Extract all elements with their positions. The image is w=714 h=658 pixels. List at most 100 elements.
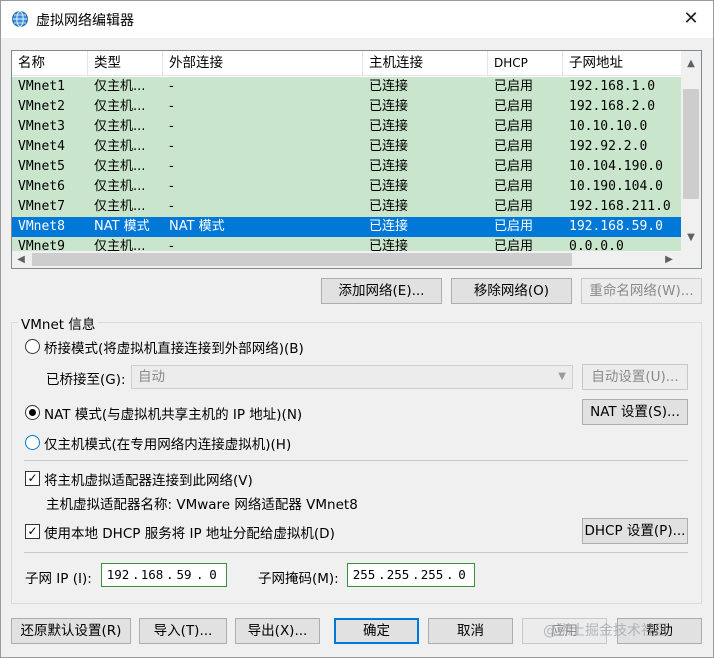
adapter-name-label: 主机虚拟适配器名称: VMware 网络适配器 VMnet8 (46, 497, 358, 513)
ip-octet[interactable]: 59 (172, 567, 196, 582)
window-title: 虚拟网络编辑器 (36, 13, 134, 29)
import-button[interactable]: 导入(T)... (139, 618, 227, 644)
title-bar: 虚拟网络编辑器 ✕ (0, 0, 714, 38)
scroll-up-icon[interactable]: ▲ (681, 55, 701, 73)
cell-name: VMnet7 (18, 199, 65, 214)
cell-subnet: 10.104.190.0 (569, 159, 663, 174)
scroll-right-icon[interactable]: ▶ (660, 251, 678, 268)
table-row[interactable]: VMnet7 仅主机... - 已连接 已启用 192.168.211.0 (12, 197, 682, 217)
column-header-name[interactable]: 名称 (12, 51, 88, 76)
horizontal-scrollbar[interactable]: ◀ ▶ (12, 251, 682, 268)
ip-octet[interactable]: 192 (104, 567, 132, 582)
cell-dhcp: 已启用 (494, 199, 534, 214)
vertical-scrollbar[interactable]: ▲ ▼ (681, 51, 701, 252)
cell-type: 仅主机... (94, 79, 146, 94)
cell-external: - (169, 159, 174, 174)
table-row[interactable]: VMnet1 仅主机... - 已连接 已启用 192.168.1.0 (12, 77, 682, 97)
cell-dhcp: 已启用 (494, 219, 534, 234)
dhcp-settings-button[interactable]: DHCP 设置(P)... (582, 518, 688, 544)
column-header-dhcp[interactable]: DHCP (488, 51, 563, 76)
connect-adapter-label[interactable]: 将主机虚拟适配器连接到此网络(V) (44, 469, 253, 489)
cell-subnet: 192.92.2.0 (569, 139, 648, 154)
vertical-scroll-thumb[interactable] (683, 89, 699, 199)
column-header-host[interactable]: 主机连接 (363, 51, 488, 76)
table-row[interactable]: VMnet3 仅主机... - 已连接 已启用 10.10.10.0 (12, 117, 682, 137)
column-header-subnet[interactable]: 子网地址 (563, 51, 682, 76)
cell-name: VMnet4 (18, 139, 65, 154)
watermark: @稀土掘金技术社区 (543, 623, 669, 639)
table-row[interactable]: VMnet6 仅主机... - 已连接 已启用 10.190.104.0 (12, 177, 682, 197)
column-header-external[interactable]: 外部连接 (163, 51, 363, 76)
auto-settings-button[interactable]: 自动设置(U)... (582, 364, 688, 390)
network-list[interactable]: 名称 类型 外部连接 主机连接 DHCP 子网地址 VMnet1 仅主机... … (11, 50, 702, 269)
cell-type: 仅主机... (94, 159, 146, 174)
column-header-type[interactable]: 类型 (88, 51, 163, 76)
cell-external: - (169, 79, 174, 94)
mask-octet[interactable]: 255 (418, 567, 446, 582)
cell-subnet: 10.10.10.0 (569, 119, 648, 134)
cell-host: 已连接 (369, 119, 409, 134)
cell-type: 仅主机... (94, 139, 146, 154)
cell-external: - (169, 119, 174, 134)
dhcp-label[interactable]: 使用本地 DHCP 服务将 IP 地址分配给虚拟机(D) (44, 522, 335, 542)
subnet-ip-field[interactable]: 192 . 168 . 59 . 0 (101, 563, 227, 587)
ip-octet[interactable]: 168 (138, 567, 166, 582)
remove-network-button[interactable]: 移除网络(O) (451, 278, 572, 304)
scroll-down-icon[interactable]: ▼ (681, 229, 701, 247)
cell-host: 已连接 (369, 139, 409, 154)
connect-adapter-checkbox[interactable]: ✓ (25, 471, 40, 486)
ok-button[interactable]: 确定 (334, 618, 419, 644)
cell-host: 已连接 (369, 99, 409, 114)
cell-dhcp: 已启用 (494, 99, 534, 114)
mask-octet[interactable]: 0 (452, 567, 472, 582)
cell-name: VMnet2 (18, 99, 65, 114)
close-icon[interactable]: ✕ (668, 0, 714, 38)
nat-mode-label[interactable]: NAT 模式(与虚拟机共享主机的 IP 地址)(N) (44, 403, 302, 423)
subnet-mask-field[interactable]: 255 . 255 . 255 . 0 (347, 563, 475, 587)
nat-settings-button[interactable]: NAT 设置(S)... (582, 399, 688, 425)
cancel-button[interactable]: 取消 (428, 618, 513, 644)
subnet-ip-label: 子网 IP (I): (25, 571, 92, 587)
host-only-mode-radio[interactable] (25, 435, 40, 450)
network-globe-icon (12, 11, 28, 27)
cell-external: NAT 模式 (169, 219, 225, 234)
mask-octet[interactable]: 255 (384, 567, 412, 582)
horizontal-scroll-thumb[interactable] (32, 253, 572, 266)
subnet-mask-label: 子网掩码(M): (258, 571, 339, 587)
cell-host: 已连接 (369, 179, 409, 194)
cell-type: 仅主机... (94, 99, 146, 114)
cell-host: 已连接 (369, 199, 409, 214)
bridged-mode-radio[interactable] (25, 339, 40, 354)
cell-name: VMnet8 (18, 219, 65, 234)
scrollbar-corner (681, 251, 701, 268)
cell-dhcp: 已启用 (494, 119, 534, 134)
scroll-left-icon[interactable]: ◀ (12, 251, 30, 268)
nat-mode-radio[interactable] (25, 405, 40, 420)
cell-host: 已连接 (369, 159, 409, 174)
dhcp-checkbox[interactable]: ✓ (25, 524, 40, 539)
ip-octet[interactable]: 0 (202, 567, 224, 582)
cell-host: 已连接 (369, 219, 409, 234)
table-row[interactable]: VMnet4 仅主机... - 已连接 已启用 192.92.2.0 (12, 137, 682, 157)
rename-network-button[interactable]: 重命名网络(W)... (581, 278, 702, 304)
cell-subnet: 10.190.104.0 (569, 179, 663, 194)
vmnet-info-label: VMnet 信息 (18, 313, 99, 333)
cell-subnet: 192.168.211.0 (569, 199, 671, 214)
cell-external: - (169, 199, 174, 214)
cell-dhcp: 已启用 (494, 179, 534, 194)
cell-subnet: 192.168.2.0 (569, 99, 656, 114)
export-button[interactable]: 导出(X)... (235, 618, 320, 644)
cell-dhcp: 已启用 (494, 79, 534, 94)
table-row[interactable]: VMnet2 仅主机... - 已连接 已启用 192.168.2.0 (12, 97, 682, 117)
table-row[interactable]: VMnet5 仅主机... - 已连接 已启用 10.104.190.0 (12, 157, 682, 177)
restore-defaults-button[interactable]: 还原默认设置(R) (11, 618, 131, 644)
host-only-mode-label[interactable]: 仅主机模式(在专用网络内连接虚拟机)(H) (44, 433, 291, 453)
cell-type: NAT 模式 (94, 219, 150, 234)
bridged-mode-label[interactable]: 桥接模式(将虚拟机直接连接到外部网络)(B) (44, 337, 304, 357)
cell-dhcp: 已启用 (494, 159, 534, 174)
table-row-selected[interactable]: VMnet8 NAT 模式 NAT 模式 已连接 已启用 192.168.59.… (12, 217, 682, 237)
add-network-button[interactable]: 添加网络(E)... (321, 278, 442, 304)
cell-external: - (169, 179, 174, 194)
bridged-to-select[interactable]: 自动 ▼ (131, 365, 573, 389)
mask-octet[interactable]: 255 (350, 567, 378, 582)
